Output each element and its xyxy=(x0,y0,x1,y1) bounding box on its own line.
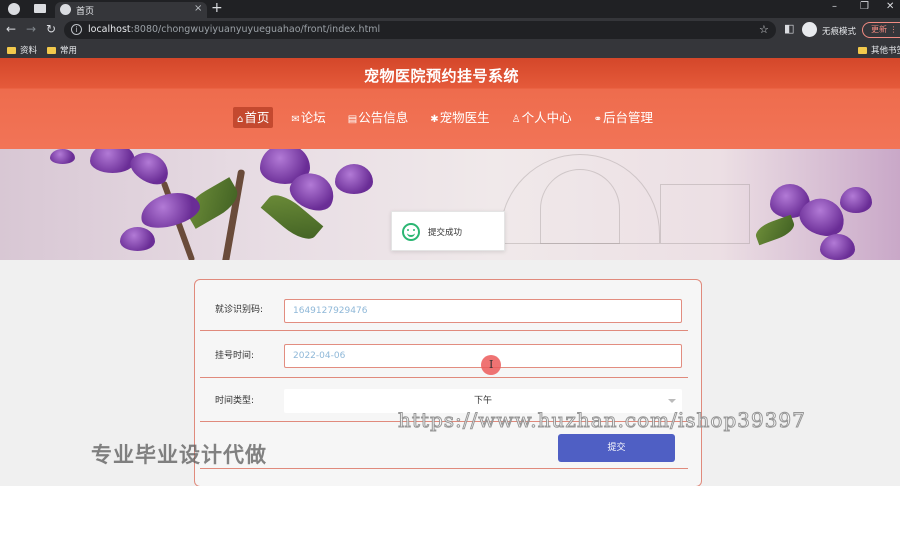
site-header: 宠物医院预约挂号系统 ⌂首页 ✉论坛 ▤公告信息 ✱宠物医生 ♙个人中心 ⚭后台… xyxy=(0,58,900,149)
folder-icon xyxy=(858,47,867,54)
other-bookmarks[interactable]: 其他书签 xyxy=(858,44,900,56)
success-toast: 提交成功 xyxy=(391,211,505,251)
appointment-time-label: 挂号时间: xyxy=(215,351,255,361)
update-button[interactable]: 更新 ⋮ xyxy=(862,22,900,38)
nav-home[interactable]: ⌂首页 xyxy=(233,107,274,128)
back-icon[interactable]: ← xyxy=(6,22,16,36)
nav-pet-doctors[interactable]: ✱宠物医生 xyxy=(426,107,493,128)
bookmark-folder[interactable]: 常用 xyxy=(47,44,77,56)
nav-user-center[interactable]: ♙个人中心 xyxy=(508,107,576,128)
watermark-text: 专业毕业设计代做 xyxy=(91,443,267,467)
tab-favicon-icon xyxy=(60,4,71,15)
browser-menu-icon[interactable] xyxy=(8,3,20,15)
restore-button[interactable]: ❐ xyxy=(860,1,869,12)
url-field[interactable]: i localhost:8080/chongwuyiyuanyuyueguaha… xyxy=(64,21,776,39)
close-window-button[interactable]: ✕ xyxy=(886,1,894,12)
visit-code-label: 就诊识别码: xyxy=(215,305,264,315)
new-tab-button[interactable]: + xyxy=(211,0,223,16)
mail-icon: ✉ xyxy=(291,114,300,125)
bookmark-star-icon[interactable]: ☆ xyxy=(759,23,769,36)
tab-close-icon[interactable]: × xyxy=(194,3,202,14)
divider xyxy=(200,330,688,331)
bookmark-folder[interactable]: 资料 xyxy=(7,44,37,56)
text-cursor-icon: I xyxy=(489,358,494,371)
link-icon: ⚭ xyxy=(593,114,603,125)
time-type-label: 时间类型: xyxy=(215,396,255,406)
tab-search-icon[interactable] xyxy=(34,4,46,13)
toast-message: 提交成功 xyxy=(428,228,463,238)
browser-tab-bar: 首页 × + – ❐ ✕ xyxy=(0,0,900,18)
tab-title: 首页 xyxy=(76,7,95,17)
url-text: localhost:8080/chongwuyiyuanyuyueguahao/… xyxy=(88,24,381,35)
chevron-down-icon xyxy=(668,399,676,403)
nav-announcements[interactable]: ▤公告信息 xyxy=(344,107,412,128)
site-info-icon[interactable]: i xyxy=(71,24,82,35)
incognito-label: 无痕模式 xyxy=(822,27,857,37)
address-bar: ← → ↻ i localhost:8080/chongwuyiyuanyuyu… xyxy=(0,18,900,42)
user-icon: ♙ xyxy=(511,114,521,125)
minimize-button[interactable]: – xyxy=(832,1,837,12)
asterisk-icon: ✱ xyxy=(430,114,439,125)
main-nav: ⌂首页 ✉论坛 ▤公告信息 ✱宠物医生 ♙个人中心 ⚭后台管理 xyxy=(233,107,657,128)
visit-code-input[interactable]: 1649127929476 xyxy=(284,299,682,323)
browser-tab[interactable]: 首页 × xyxy=(55,2,207,18)
site-title: 宠物医院预约挂号系统 xyxy=(363,67,519,85)
document-icon: ▤ xyxy=(347,114,358,125)
appointment-form: 就诊识别码: 1649127929476 挂号时间: 2022-04-06 时间… xyxy=(194,279,702,487)
nav-forum[interactable]: ✉论坛 xyxy=(287,107,329,128)
submit-button[interactable]: 提交 xyxy=(558,434,675,462)
watermark-url: https://www.huzhan.com/ishop39397 xyxy=(398,408,806,433)
home-icon: ⌂ xyxy=(237,114,244,125)
side-panel-icon[interactable]: ◧ xyxy=(784,22,794,35)
page-content: 宠物医院预约挂号系统 ⌂首页 ✉论坛 ▤公告信息 ✱宠物医生 ♙个人中心 ⚭后台… xyxy=(0,58,900,536)
nav-admin[interactable]: ⚭后台管理 xyxy=(590,107,657,128)
bookmarks-bar: 资料 常用 其他书签 xyxy=(0,42,900,58)
folder-icon xyxy=(7,47,16,54)
divider xyxy=(200,468,688,469)
smile-icon xyxy=(402,223,420,241)
folder-icon xyxy=(47,47,56,54)
divider xyxy=(200,377,688,378)
reload-icon[interactable]: ↻ xyxy=(46,22,56,36)
forward-icon[interactable]: → xyxy=(26,22,36,36)
page-footer-area xyxy=(0,486,900,536)
incognito-icon xyxy=(802,22,817,37)
